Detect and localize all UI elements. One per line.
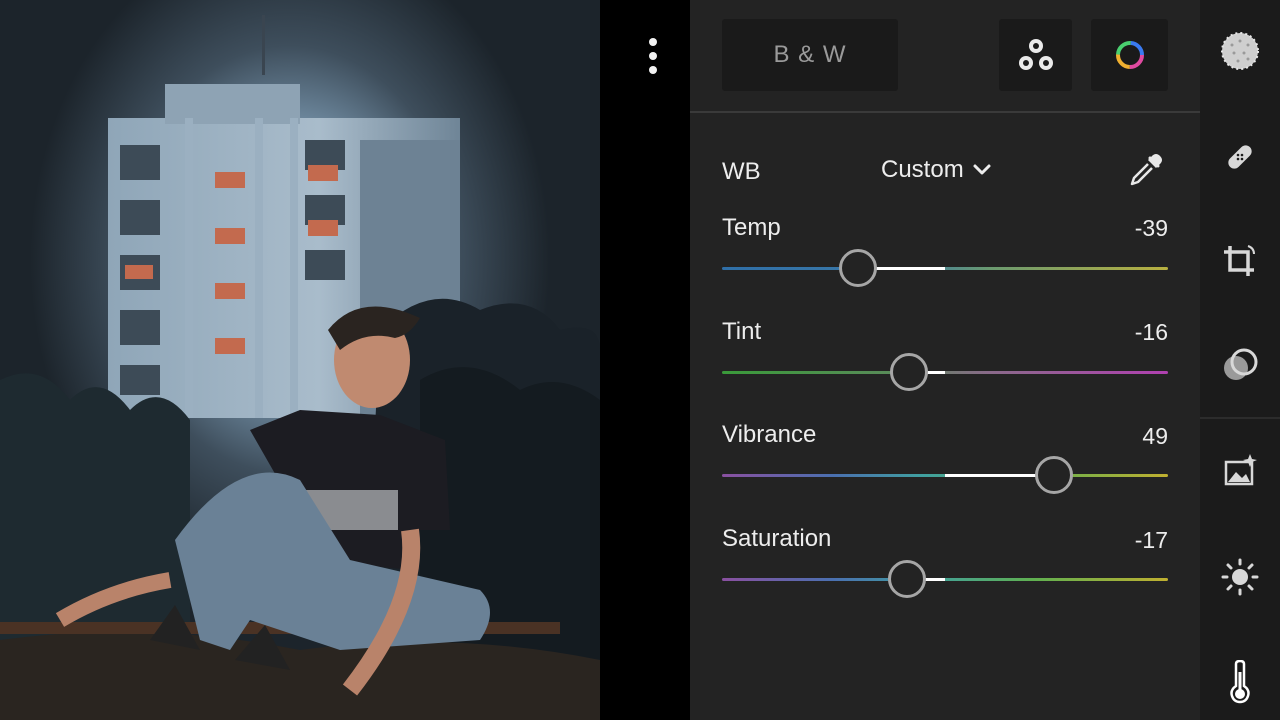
temp-slider[interactable] — [722, 249, 1168, 287]
color-mix-icon — [1018, 39, 1053, 70]
more-vertical-icon-dot — [649, 66, 657, 74]
crop-icon — [1224, 245, 1255, 276]
photo-image — [0, 15, 600, 720]
eyedropper-icon — [1130, 154, 1162, 186]
selective-tool-button[interactable] — [1220, 31, 1260, 71]
light-icon — [1221, 558, 1259, 596]
vibrance-slider-thumb[interactable] — [1035, 456, 1074, 494]
photo-preview — [0, 0, 600, 720]
rail-divider — [1200, 417, 1280, 419]
saturation-label: Saturation — [722, 525, 832, 552]
tint-slider[interactable] — [722, 353, 1168, 391]
more-vertical-icon — [649, 38, 657, 46]
wb-mode-dropdown[interactable]: Custom — [881, 156, 992, 184]
tint-slider-thumb[interactable] — [890, 353, 929, 391]
tint-value[interactable]: -16 — [1135, 319, 1168, 346]
panel-divider — [690, 111, 1200, 113]
saturation-slider[interactable] — [722, 560, 1168, 598]
more-options-button[interactable] — [638, 36, 668, 76]
healing-tool-button[interactable] — [1220, 137, 1260, 177]
color-grading-icon — [1115, 41, 1144, 69]
wb-mode-value: Custom — [881, 156, 964, 183]
presets-tool-button[interactable] — [1220, 450, 1260, 490]
light-tool-button[interactable] — [1220, 557, 1260, 597]
color-tool-button[interactable] — [1220, 660, 1260, 704]
crop-tool-button[interactable] — [1220, 242, 1260, 282]
vibrance-value[interactable]: 49 — [1142, 423, 1168, 450]
masking-tool-button[interactable] — [1220, 346, 1260, 386]
temp-slider-thumb[interactable] — [839, 249, 878, 287]
temp-label: Temp — [722, 214, 781, 241]
wb-eyedropper-button[interactable] — [1124, 150, 1166, 192]
bw-toggle-button[interactable]: B & W — [722, 19, 898, 91]
color-mix-button[interactable] — [999, 19, 1072, 91]
vibrance-label: Vibrance — [722, 421, 817, 448]
color-grading-button[interactable] — [1091, 19, 1168, 91]
vibrance-slider[interactable] — [722, 456, 1168, 494]
wb-label: WB — [722, 158, 761, 185]
saturation-value[interactable]: -17 — [1135, 527, 1168, 554]
tint-label: Tint — [722, 318, 762, 345]
color-icon — [1230, 660, 1250, 704]
photo-margin — [600, 0, 690, 720]
temp-value[interactable]: -39 — [1135, 215, 1168, 242]
saturation-slider-thumb[interactable] — [888, 560, 927, 598]
color-adjustment-panel: B & W WB Custom Temp -39 Tint -16 Vibran… — [690, 0, 1200, 720]
selective-mask-icon — [1221, 32, 1259, 70]
healing-icon — [1228, 145, 1252, 169]
more-vertical-icon-dot — [649, 52, 657, 60]
presets-icon — [1224, 454, 1257, 486]
tool-rail — [1200, 0, 1280, 720]
masking-icon — [1224, 348, 1258, 380]
chevron-down-icon — [973, 164, 991, 175]
